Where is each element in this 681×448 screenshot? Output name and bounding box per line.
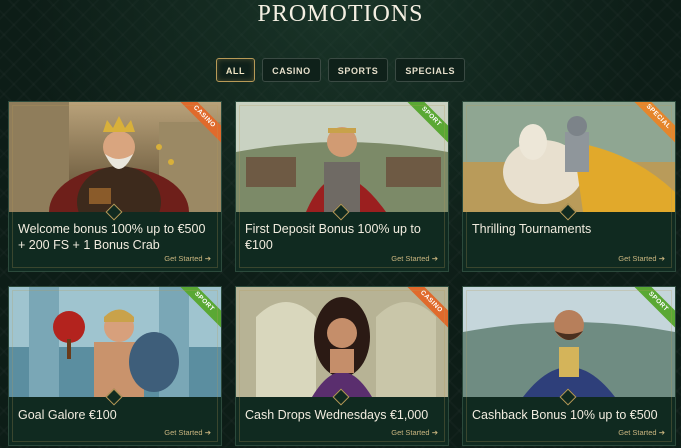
get-started-link[interactable]: Get Started ➔ xyxy=(618,254,665,263)
arrow-right-icon: ➔ xyxy=(431,428,438,437)
arrow-right-icon: ➔ xyxy=(658,254,665,263)
get-started-link[interactable]: Get Started ➔ xyxy=(391,254,438,263)
promo-image-lady xyxy=(236,287,448,397)
promo-image-king xyxy=(9,102,221,212)
promo-image-knight xyxy=(463,102,675,212)
promo-title: Cashback Bonus 10% up to €500 xyxy=(472,408,658,422)
promo-image-athlete xyxy=(236,102,448,212)
promo-title: Thrilling Tournaments xyxy=(472,222,592,236)
arrow-right-icon: ➔ xyxy=(431,254,438,263)
promo-image-ping-pong xyxy=(9,287,221,397)
filter-specials[interactable]: SPECIALS xyxy=(395,58,466,82)
get-started-link[interactable]: Get Started ➔ xyxy=(618,428,665,437)
promo-image-nobleman xyxy=(463,287,675,397)
arrow-right-icon: ➔ xyxy=(658,428,665,437)
get-started-link[interactable]: Get Started ➔ xyxy=(164,428,211,437)
get-started-label: Get Started xyxy=(391,428,430,437)
promo-title: First Deposit Bonus 100% up to €100 xyxy=(245,222,421,252)
filter-tabs: ALL CASINO SPORTS SPECIALS xyxy=(0,58,681,82)
promo-card[interactable]: CASINO Welcome bonus 100% up to €500 + 2… xyxy=(8,101,222,272)
page-title: PROMOTIONS xyxy=(257,1,424,27)
get-started-label: Get Started xyxy=(164,428,203,437)
promo-card[interactable]: SPECIAL Thrilling Tournaments Get Starte… xyxy=(462,101,676,272)
get-started-label: Get Started xyxy=(164,254,203,263)
get-started-label: Get Started xyxy=(618,254,657,263)
arrow-right-icon: ➔ xyxy=(204,428,211,437)
promo-title: Cash Drops Wednesdays €1,000 xyxy=(245,408,429,422)
promo-card[interactable]: SPORT First Deposit Bonus 100% up to €10… xyxy=(235,101,449,272)
filter-all[interactable]: ALL xyxy=(215,58,256,82)
filter-sports[interactable]: SPORTS xyxy=(327,58,389,82)
get-started-link[interactable]: Get Started ➔ xyxy=(164,254,211,263)
promo-title: Goal Galore €100 xyxy=(18,408,117,422)
promo-title: Welcome bonus 100% up to €500 + 200 FS +… xyxy=(18,222,206,252)
arrow-right-icon: ➔ xyxy=(204,254,211,263)
promo-card[interactable]: CASINO Cash Drops Wednesdays €1,000 Get … xyxy=(235,286,449,446)
filter-casino[interactable]: CASINO xyxy=(262,58,321,82)
promo-card[interactable]: SPORT Goal Galore €100 Get Started ➔ xyxy=(8,286,222,446)
get-started-link[interactable]: Get Started ➔ xyxy=(391,428,438,437)
promo-card[interactable]: SPORT Cashback Bonus 10% up to €500 Get … xyxy=(462,286,676,446)
get-started-label: Get Started xyxy=(618,428,657,437)
get-started-label: Get Started xyxy=(391,254,430,263)
